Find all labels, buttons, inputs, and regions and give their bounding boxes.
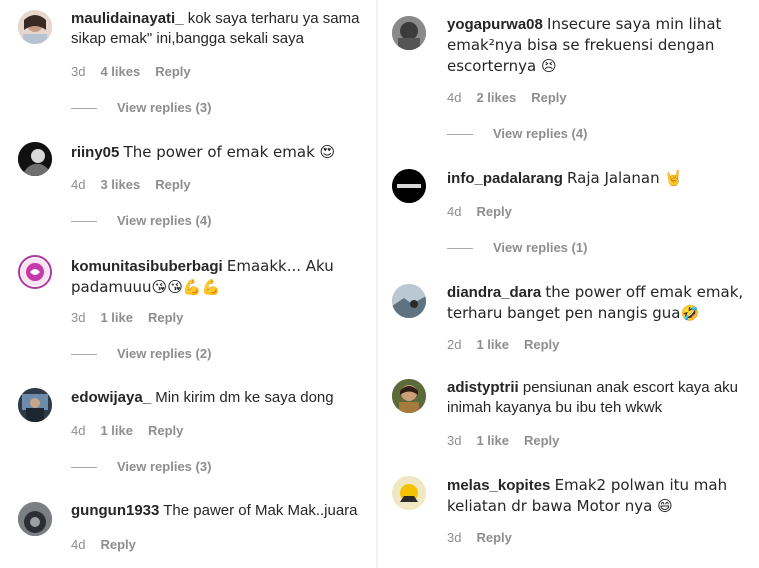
view-replies-label: View replies (3): [117, 100, 212, 115]
left-comments-column: maulidainayati_ kok saya terharu ya sama…: [0, 0, 376, 568]
comment-time: 2d: [447, 337, 462, 352]
comment-username[interactable]: maulidainayati_: [71, 10, 184, 27]
comment-username[interactable]: adistyptrii: [447, 379, 519, 396]
comment-likes[interactable]: 4 likes: [100, 64, 140, 80]
view-replies-label: View replies (2): [117, 346, 212, 361]
comment-username[interactable]: melas_kopites: [447, 477, 550, 494]
view-replies-button[interactable]: View replies (4): [71, 213, 211, 229]
comment-text: gungun1933 The pawer of Mak Mak..juara: [71, 501, 371, 521]
reply-button[interactable]: Reply: [155, 64, 190, 80]
comment-meta: 4d 1 like Reply: [71, 423, 183, 439]
comment-body: Min kirim dm ke saya dong: [155, 389, 334, 406]
comment-username[interactable]: info_padalarang: [447, 170, 563, 187]
reply-button[interactable]: Reply: [476, 204, 511, 220]
comment-time: 3d: [71, 64, 86, 79]
right-comments-column: yogapurwa08 Insecure saya min lihat emak…: [378, 0, 759, 568]
comment-time: 4d: [447, 90, 462, 105]
comment-time: 4d: [71, 423, 86, 438]
comment-meta: 4d Reply: [71, 537, 136, 553]
view-replies-button[interactable]: View replies (2): [71, 346, 211, 362]
comment-time: 3d: [447, 530, 462, 545]
reply-button[interactable]: Reply: [148, 310, 183, 326]
comment-likes[interactable]: 3 likes: [100, 177, 140, 193]
comment-text: diandra_dara the power off emak emak, te…: [447, 282, 747, 324]
reply-button[interactable]: Reply: [155, 177, 190, 193]
comment-meta: 4d Reply: [447, 204, 512, 220]
comment-text: maulidainayati_ kok saya terharu ya sama…: [71, 9, 371, 49]
comment-likes[interactable]: 1 like: [476, 433, 509, 449]
divider-dash: [71, 107, 97, 109]
divider-dash: [71, 466, 97, 468]
reply-button[interactable]: Reply: [524, 337, 559, 353]
comment-time: 4d: [71, 537, 86, 552]
comment-likes[interactable]: 1 like: [100, 423, 133, 439]
view-replies-button[interactable]: View replies (1): [447, 240, 587, 256]
view-replies-button[interactable]: View replies (3): [71, 100, 211, 116]
avatar[interactable]: [392, 284, 426, 318]
comment-body: The pawer of Mak Mak..juara: [163, 502, 358, 519]
comment-meta: 4d 3 likes Reply: [71, 177, 191, 193]
avatar[interactable]: [18, 255, 52, 289]
avatar[interactable]: [392, 16, 426, 50]
comment-username[interactable]: edowijaya_: [71, 389, 151, 406]
view-replies-button[interactable]: View replies (3): [71, 459, 211, 475]
comment-username[interactable]: yogapurwa08: [447, 16, 543, 33]
reply-button[interactable]: Reply: [148, 423, 183, 439]
comment-meta: 3d Reply: [447, 530, 512, 546]
comment-likes[interactable]: 1 like: [476, 337, 509, 353]
comment-meta: 4d 2 likes Reply: [447, 90, 567, 106]
comment-time: 4d: [447, 204, 462, 219]
avatar[interactable]: [18, 388, 52, 422]
comment-body: The power of emak emak 😍: [123, 143, 336, 161]
comment-text: adistyptrii pensiunan anak escort kaya a…: [447, 378, 747, 418]
comment-likes[interactable]: 1 like: [100, 310, 133, 326]
comment-username[interactable]: gungun1933: [71, 502, 159, 519]
comment-time: 3d: [447, 433, 462, 448]
comment-username[interactable]: riiny05: [71, 144, 119, 161]
comment-text: melas_kopites Emak2 polwan itu mah kelia…: [447, 475, 747, 517]
comment-username[interactable]: komunitasibuberbagi: [71, 258, 223, 275]
reply-button[interactable]: Reply: [100, 537, 135, 553]
comment-time: 3d: [71, 310, 86, 325]
divider-dash: [71, 353, 97, 355]
reply-button[interactable]: Reply: [531, 90, 566, 106]
avatar[interactable]: [18, 10, 52, 44]
comment-username[interactable]: diandra_dara: [447, 284, 541, 301]
comment-text: riiny05 The power of emak emak 😍: [71, 142, 371, 163]
comment-text: info_padalarang Raja Jalanan 🤘: [447, 168, 747, 189]
avatar[interactable]: [392, 379, 426, 413]
avatar[interactable]: [18, 502, 52, 536]
view-replies-label: View replies (3): [117, 459, 212, 474]
divider-dash: [447, 133, 473, 135]
comment-meta: 3d 1 like Reply: [71, 310, 183, 326]
view-replies-label: View replies (4): [493, 126, 588, 141]
comment-text: edowijaya_ Min kirim dm ke saya dong: [71, 388, 371, 408]
comment-likes[interactable]: 2 likes: [476, 90, 516, 106]
avatar[interactable]: [392, 169, 426, 203]
comment-meta: 2d 1 like Reply: [447, 337, 559, 353]
view-replies-button[interactable]: View replies (4): [447, 126, 587, 142]
comment-text: yogapurwa08 Insecure saya min lihat emak…: [447, 14, 747, 77]
comment-meta: 3d 4 likes Reply: [71, 64, 191, 80]
avatar[interactable]: [392, 476, 426, 510]
comment-meta: 3d 1 like Reply: [447, 433, 559, 449]
divider-dash: [71, 220, 97, 222]
comment-text: komunitasibuberbagi Emaakk... Aku padamu…: [71, 256, 361, 298]
comment-body: Raja Jalanan 🤘: [567, 169, 684, 187]
comment-time: 4d: [71, 177, 86, 192]
avatar[interactable]: [18, 142, 52, 176]
reply-button[interactable]: Reply: [476, 530, 511, 546]
view-replies-label: View replies (1): [493, 240, 588, 255]
divider-dash: [447, 247, 473, 249]
view-replies-label: View replies (4): [117, 213, 212, 228]
reply-button[interactable]: Reply: [524, 433, 559, 449]
